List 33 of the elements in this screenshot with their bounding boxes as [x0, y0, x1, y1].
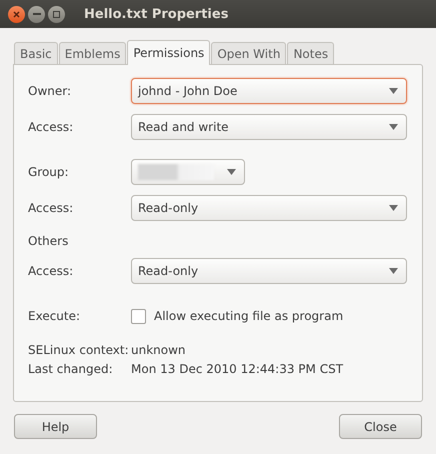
- dropdown[interactable]: Read-only: [131, 195, 407, 221]
- dropdown[interactable]: Read and write: [131, 114, 407, 140]
- maximize-icon[interactable]: [48, 6, 65, 22]
- tab[interactable]: Permissions: [127, 40, 210, 65]
- dropdown-arrow-icon: [389, 268, 398, 274]
- close-icon[interactable]: [8, 6, 25, 22]
- tab[interactable]: Notes: [287, 42, 334, 64]
- field-label: SELinux context:: [28, 343, 130, 357]
- dropdown-arrow-icon: [389, 88, 398, 94]
- field-label: Last changed:: [28, 362, 114, 376]
- field-label: Execute:: [28, 309, 82, 323]
- field-value: unknown: [131, 343, 187, 357]
- field-label: Access:: [28, 264, 74, 278]
- close-button[interactable]: Close: [339, 414, 422, 439]
- checkbox[interactable]: [131, 308, 146, 324]
- dropdown-arrow-icon: [389, 124, 398, 130]
- window-title: Hello.txt Properties: [84, 6, 228, 22]
- dropdown[interactable]: johnd - John Doe: [131, 78, 407, 104]
- field-label: Access:: [28, 120, 74, 134]
- field-label: Access:: [28, 201, 74, 215]
- tab[interactable]: Basic: [14, 42, 58, 64]
- tab[interactable]: Emblems: [58, 42, 126, 64]
- field-label: Owner:: [28, 84, 72, 98]
- dropdown-arrow-icon: [227, 169, 236, 175]
- field-label: Group:: [28, 165, 70, 179]
- checkbox-label[interactable]: Allow executing file as program: [154, 309, 344, 323]
- tab[interactable]: Open With: [211, 42, 286, 64]
- dropdown-arrow-icon: [389, 205, 398, 211]
- minimize-icon[interactable]: [28, 6, 45, 22]
- help-button[interactable]: Help: [14, 414, 97, 439]
- section-heading: Others: [28, 234, 70, 248]
- field-value: Mon 13 Dec 2010 12:44:33 PM CST: [131, 362, 344, 376]
- dropdown[interactable]: Read-only: [131, 258, 407, 284]
